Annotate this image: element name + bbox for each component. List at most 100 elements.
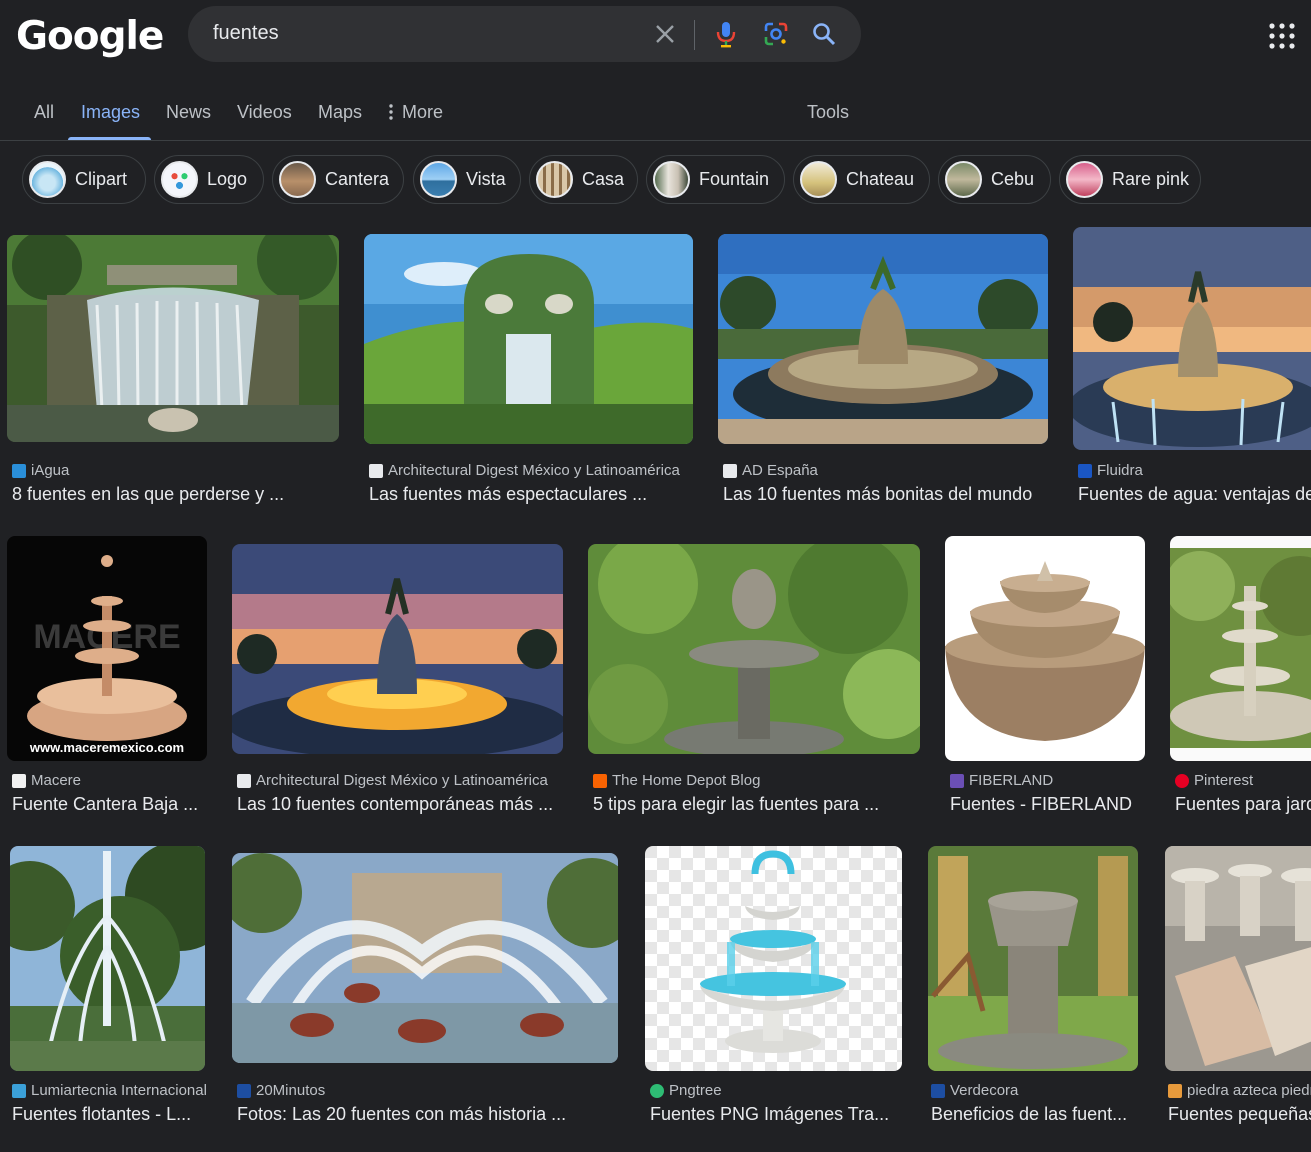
search-input[interactable]: fuentes bbox=[213, 22, 279, 45]
chip-label: Vista bbox=[466, 169, 506, 189]
source-name: Verdecora bbox=[950, 1082, 1019, 1099]
source-name: The Home Depot Blog bbox=[612, 772, 761, 789]
mic-icon[interactable] bbox=[710, 18, 742, 50]
lens-icon[interactable] bbox=[760, 18, 792, 50]
tab-videos[interactable]: Videos bbox=[237, 102, 292, 123]
result-source: Verdecora bbox=[931, 1082, 1136, 1099]
search-box[interactable]: fuentes bbox=[188, 6, 861, 62]
chip-label: Casa bbox=[582, 169, 625, 189]
source-name: Fluidra bbox=[1097, 462, 1143, 479]
result-title[interactable]: Fotos: Las 20 fuentes con más historia .… bbox=[237, 1104, 618, 1125]
result-source: Fluidra bbox=[1078, 462, 1311, 479]
chip-chateau[interactable]: Chateau bbox=[793, 155, 930, 204]
close-icon[interactable] bbox=[649, 18, 681, 50]
ad-favicon bbox=[237, 773, 251, 788]
result-thumbnail[interactable] bbox=[232, 544, 563, 754]
result-thumbnail[interactable] bbox=[645, 846, 902, 1071]
fluidra-favicon bbox=[1078, 463, 1092, 478]
result-title[interactable]: Fuentes de agua: ventajas de bbox=[1078, 484, 1311, 505]
lumiartecnia-favicon bbox=[12, 1083, 26, 1098]
image-watermark: www.maceremexico.com bbox=[29, 740, 184, 755]
chip-thumbnail bbox=[945, 161, 982, 198]
result-thumbnail[interactable] bbox=[1165, 846, 1311, 1071]
result-source: Architectural Digest México y Latinoamér… bbox=[237, 772, 559, 789]
tools-button[interactable]: Tools bbox=[807, 102, 849, 123]
result-title[interactable]: Beneficios de las fuent... bbox=[931, 1104, 1136, 1125]
result-source: Macere bbox=[12, 772, 207, 789]
result-thumbnail[interactable] bbox=[10, 846, 205, 1071]
result-title[interactable]: Fuentes PNG Imágenes Tra... bbox=[650, 1104, 900, 1125]
more-vert-icon bbox=[389, 104, 393, 120]
result-thumbnail[interactable] bbox=[588, 544, 920, 754]
tab-images[interactable]: Images bbox=[81, 102, 140, 123]
macere-favicon bbox=[12, 773, 26, 788]
result-title[interactable]: Fuente Cantera Baja ... bbox=[12, 794, 207, 815]
result-title[interactable]: 8 fuentes en las que perderse y ... bbox=[12, 484, 334, 505]
result-thumbnail[interactable] bbox=[1073, 227, 1311, 450]
pngtree-favicon bbox=[650, 1083, 664, 1098]
fiberland-favicon bbox=[950, 773, 964, 788]
chip-clipart[interactable]: Clipart bbox=[22, 155, 146, 204]
ad-favicon bbox=[369, 463, 383, 478]
ad-favicon bbox=[723, 463, 737, 478]
chip-cebu[interactable]: Cebu bbox=[938, 155, 1051, 204]
result-thumbnail[interactable] bbox=[232, 853, 618, 1063]
result-title[interactable]: Fuentes flotantes - L... bbox=[12, 1104, 207, 1125]
result-title[interactable]: Las fuentes más espectaculares ... bbox=[369, 484, 693, 505]
result-title[interactable]: Las 10 fuentes más bonitas del mundo bbox=[723, 484, 1043, 505]
result-title[interactable]: Fuentes pequeñas bbox=[1168, 1104, 1311, 1125]
chip-label: Chateau bbox=[846, 169, 915, 189]
tab-maps[interactable]: Maps bbox=[318, 102, 362, 123]
chip-vista[interactable]: Vista bbox=[413, 155, 521, 204]
chip-label: Rare pink bbox=[1112, 169, 1190, 189]
chip-casa[interactable]: Casa bbox=[529, 155, 638, 204]
tab-all[interactable]: All bbox=[34, 102, 54, 123]
pinterest-favicon bbox=[1175, 773, 1189, 788]
chip-logo[interactable]: Logo bbox=[154, 155, 264, 204]
chip-thumbnail bbox=[536, 161, 573, 198]
chip-label: Logo bbox=[207, 169, 248, 189]
result-thumbnail[interactable] bbox=[7, 235, 339, 442]
search-icon[interactable] bbox=[808, 18, 840, 50]
source-name: Lumiartecnia Internacional bbox=[31, 1082, 207, 1099]
tab-news[interactable]: News bbox=[166, 102, 211, 123]
chip-rare-pink[interactable]: Rare pink bbox=[1059, 155, 1201, 204]
search-divider bbox=[694, 20, 695, 50]
source-name: Architectural Digest México y Latinoamér… bbox=[388, 462, 680, 479]
result-title[interactable]: Las 10 fuentes contemporáneas más ... bbox=[237, 794, 563, 815]
chip-thumbnail bbox=[653, 161, 690, 198]
source-name: iAgua bbox=[31, 462, 70, 479]
chip-label: Cantera bbox=[325, 169, 390, 189]
piedra-azteca-favicon bbox=[1168, 1083, 1182, 1098]
result-title[interactable]: Fuentes - FIBERLAND bbox=[950, 794, 1145, 815]
source-name: Pinterest bbox=[1194, 772, 1254, 789]
result-thumbnail[interactable] bbox=[364, 234, 693, 444]
result-title[interactable]: Fuentes para jard bbox=[1175, 794, 1311, 815]
google-logo[interactable]: Google bbox=[16, 14, 164, 59]
tab-more[interactable]: More bbox=[381, 92, 465, 132]
source-name: FIBERLAND bbox=[969, 772, 1054, 789]
apps-grid-icon[interactable] bbox=[1265, 19, 1299, 53]
chip-thumbnail bbox=[29, 161, 66, 198]
result-source: Architectural Digest México y Latinoamér… bbox=[369, 462, 687, 479]
result-source: iAgua bbox=[12, 462, 332, 479]
result-source: The Home Depot Blog bbox=[593, 772, 915, 789]
chip-thumbnail bbox=[279, 161, 316, 198]
result-source: Lumiartecnia Internacional bbox=[12, 1082, 207, 1099]
result-thumbnail[interactable] bbox=[718, 234, 1048, 444]
chip-cantera[interactable]: Cantera bbox=[272, 155, 404, 204]
result-source: piedra azteca piedra bbox=[1168, 1082, 1311, 1099]
source-name: Pngtree bbox=[669, 1082, 722, 1099]
result-thumbnail[interactable] bbox=[945, 536, 1145, 761]
result-source: FIBERLAND bbox=[950, 772, 1145, 789]
result-source: Pngtree bbox=[650, 1082, 900, 1099]
result-thumbnail[interactable]: MACERE www.maceremexico.com bbox=[7, 536, 207, 761]
source-name: AD España bbox=[742, 462, 818, 479]
chip-label: Clipart bbox=[75, 169, 128, 189]
result-thumbnail[interactable] bbox=[928, 846, 1138, 1071]
chip-label: Fountain bbox=[699, 169, 770, 189]
chip-fountain[interactable]: Fountain bbox=[646, 155, 785, 204]
result-title[interactable]: 5 tips para elegir las fuentes para ... bbox=[593, 794, 920, 815]
chip-thumbnail bbox=[1066, 161, 1103, 198]
result-thumbnail[interactable] bbox=[1170, 536, 1311, 761]
